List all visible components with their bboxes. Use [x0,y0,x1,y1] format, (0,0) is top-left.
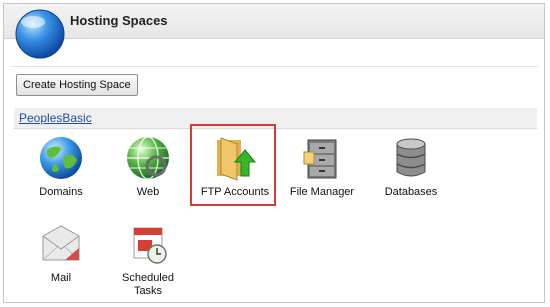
tile-label: Web [136,186,160,198]
calendar-clock-icon [133,227,167,264]
space-header: PeoplesBasic [14,108,537,129]
envelope-icon [42,225,80,261]
hosting-spaces-panel: Hosting Spaces Create Hosting Space Peop… [3,3,545,303]
tile-label-line2: Tasks [133,285,163,297]
page-title: Hosting Spaces [70,13,168,28]
tile-domains[interactable]: Domains [16,134,106,199]
ftp-folder-icon [217,137,257,181]
globe-icon [15,9,65,59]
tile-ftp-accounts[interactable]: FTP Accounts [190,134,280,199]
tile-label: Databases [384,186,438,198]
tile-label: FTP Accounts [200,186,270,198]
tile-mail[interactable]: Mail [16,220,106,285]
file-cabinet-icon [303,139,337,179]
tile-label: Domains [39,186,83,198]
tile-databases[interactable]: Databases [366,134,456,199]
create-hosting-space-button[interactable]: Create Hosting Space [16,74,138,96]
web-globe-icon [127,136,169,180]
tile-label: Mail [50,272,72,284]
globe-domains-icon [40,137,82,179]
tile-file-manager[interactable]: File Manager [277,134,367,199]
tile-label: File Manager [289,186,355,198]
tile-label: Scheduled [122,272,174,284]
database-icon [396,138,426,177]
space-name-link[interactable]: PeoplesBasic [19,111,92,125]
tile-scheduled-tasks[interactable]: Scheduled Tasks [103,220,193,298]
tile-web[interactable]: Web [103,134,193,199]
divider [10,66,538,67]
